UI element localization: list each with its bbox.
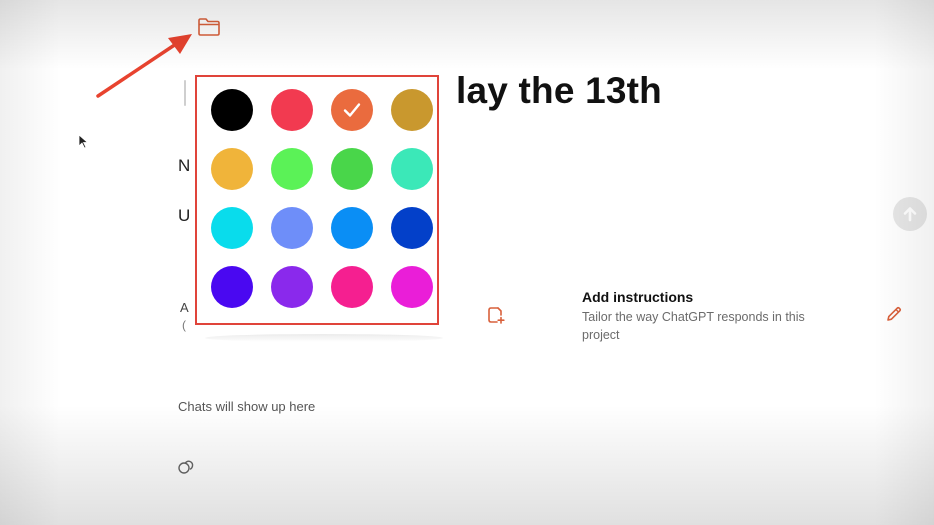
color-swatch[interactable] <box>331 148 373 190</box>
chat-bubbles-icon <box>178 460 194 474</box>
add-instructions-title[interactable]: Add instructions <box>582 289 693 305</box>
color-swatch[interactable] <box>211 148 253 190</box>
color-swatch[interactable] <box>271 89 313 131</box>
color-swatch[interactable] <box>331 207 373 249</box>
color-swatch[interactable] <box>391 266 433 308</box>
title-input-edge[interactable] <box>184 80 186 106</box>
color-swatch-selected[interactable] <box>331 89 373 131</box>
empty-chats-message: Chats will show up here <box>178 399 316 414</box>
pencil-icon[interactable] <box>885 305 903 323</box>
color-swatch[interactable] <box>271 148 313 190</box>
hidden-section-label: A <box>180 300 189 315</box>
color-swatch[interactable] <box>271 266 313 308</box>
hidden-section-label: ( <box>182 318 186 332</box>
color-swatch[interactable] <box>211 89 253 131</box>
checkmark-icon <box>343 103 361 117</box>
color-swatch[interactable] <box>331 266 373 308</box>
scroll-to-top-button[interactable] <box>893 197 927 231</box>
arrow-up-icon <box>903 207 917 222</box>
color-swatch[interactable] <box>211 266 253 308</box>
hidden-section-label: N <box>178 156 191 175</box>
mouse-cursor <box>78 134 89 149</box>
color-swatch[interactable] <box>391 89 433 131</box>
hidden-section-label: U <box>178 206 191 225</box>
project-title[interactable]: lay the 13th <box>456 70 662 112</box>
add-instructions-description: Tailor the way ChatGPT responds in this … <box>582 310 805 342</box>
color-picker-popover <box>195 75 439 325</box>
folder-icon[interactable] <box>196 14 222 40</box>
color-swatch[interactable] <box>271 207 313 249</box>
add-file-icon[interactable] <box>486 305 506 325</box>
picker-shadow <box>205 334 443 342</box>
color-swatch[interactable] <box>391 207 433 249</box>
color-swatch[interactable] <box>211 207 253 249</box>
color-swatch[interactable] <box>391 148 433 190</box>
